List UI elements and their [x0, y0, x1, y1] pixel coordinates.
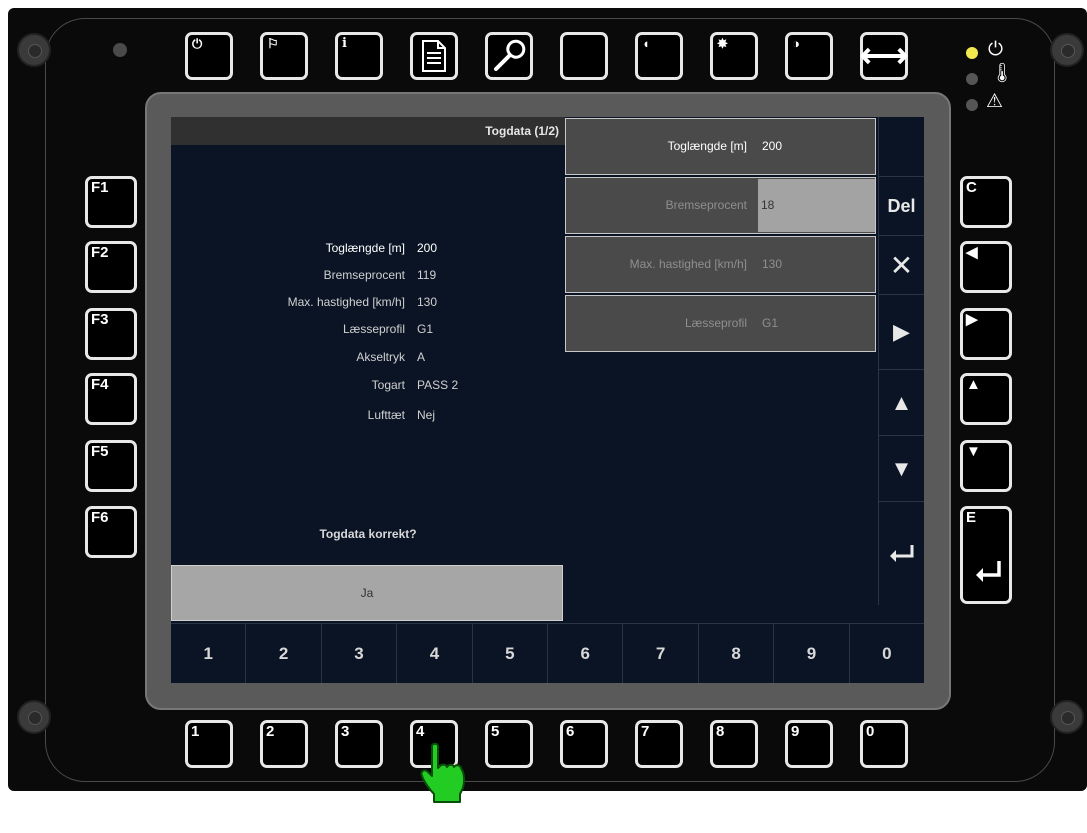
- page-title: Togdata (1/2): [171, 117, 565, 145]
- numeric-keypad: 1 2 3 4 5 6 7 8 9 0: [171, 623, 924, 683]
- next-field-button[interactable]: ▶: [878, 295, 924, 370]
- num-key-9[interactable]: 9: [774, 623, 850, 683]
- bottom-key-1[interactable]: 1: [185, 720, 233, 768]
- power-icon: ⏻: [192, 36, 203, 51]
- enter-button[interactable]: E: [960, 506, 1012, 604]
- f1-button[interactable]: F1: [85, 176, 137, 228]
- document-button[interactable]: [410, 32, 458, 80]
- left-button[interactable]: ◀: [960, 241, 1012, 293]
- screw-top-right: [1050, 33, 1084, 67]
- info-row: Toglængde [m] 200: [325, 241, 438, 255]
- down-arrow-icon: ▼: [966, 443, 981, 460]
- down-arrow-icon: ▼: [890, 455, 913, 481]
- warning-led: [966, 99, 978, 111]
- scroll-up-button[interactable]: ▲: [878, 370, 924, 436]
- bottom-key-6[interactable]: 6: [560, 720, 608, 768]
- flag-icon: ⚐: [267, 36, 279, 51]
- wrench-icon: [494, 39, 526, 71]
- right-arrow-icon: ▶: [966, 311, 978, 328]
- warning-icon: ⚠: [986, 91, 1004, 112]
- bottom-key-0[interactable]: 0: [860, 720, 908, 768]
- num-key-8[interactable]: 8: [698, 623, 775, 683]
- bottom-key-7[interactable]: 7: [635, 720, 683, 768]
- enter-icon: [889, 544, 913, 562]
- clear-icon: C: [966, 179, 977, 196]
- field-max-speed[interactable]: Max. hastighed [km/h] 130: [565, 236, 876, 293]
- flag-button[interactable]: ⚐: [260, 32, 308, 80]
- brightness-button[interactable]: ✸: [710, 32, 758, 80]
- confirm-question: Togdata korrekt?: [319, 527, 417, 541]
- cancel-button[interactable]: ✕: [878, 236, 924, 295]
- contrast-button[interactable]: ◑: [785, 32, 833, 80]
- field-loading-gauge[interactable]: Læsseprofil G1: [565, 295, 876, 352]
- num-key-7[interactable]: 7: [623, 623, 699, 683]
- num-key-5[interactable]: 5: [472, 623, 549, 683]
- info-icon: i: [342, 36, 347, 51]
- hand-pointer-icon: [420, 742, 466, 803]
- field-train-length[interactable]: Toglængde [m] 200: [565, 118, 876, 175]
- up-button[interactable]: ▲: [960, 373, 1012, 425]
- width-button[interactable]: ⟷: [860, 32, 908, 80]
- f3-button[interactable]: F3: [85, 308, 137, 360]
- num-key-1[interactable]: 1: [171, 623, 247, 683]
- up-arrow-icon: ▲: [890, 389, 913, 415]
- info-row: Akseltryk A: [356, 350, 426, 364]
- close-icon: ✕: [889, 249, 914, 281]
- info-row: Læsseprofil G1: [342, 322, 434, 336]
- info-row: Bremseprocent 119: [323, 268, 437, 282]
- power-led: [966, 47, 978, 59]
- screw-top-left: [17, 33, 51, 67]
- confirm-yes-button[interactable]: Ja: [171, 565, 563, 621]
- brightness-icon: ✸: [717, 36, 728, 51]
- width-arrows-icon: ⟷: [859, 37, 909, 75]
- temperature-icon: 🌡: [990, 63, 1015, 84]
- field-brake-percentage[interactable]: Bremseprocent 18: [565, 177, 876, 234]
- scroll-down-button[interactable]: ▼: [878, 436, 924, 502]
- delete-button[interactable]: Del: [878, 177, 924, 236]
- bottom-key-9[interactable]: 9: [785, 720, 833, 768]
- info-button[interactable]: i: [335, 32, 383, 80]
- enter-icon: [976, 561, 1001, 582]
- blank-button[interactable]: [560, 32, 608, 80]
- f5-button[interactable]: F5: [85, 440, 137, 492]
- bottom-key-3[interactable]: 3: [335, 720, 383, 768]
- num-key-3[interactable]: 3: [321, 623, 398, 683]
- dmi-screen: Togdata (1/2) Toglængde [m] 200 Bremsepro…: [171, 117, 924, 683]
- speaker-icon: ◖: [642, 36, 650, 51]
- contrast-icon: ◑: [792, 36, 800, 51]
- clear-button[interactable]: C: [960, 176, 1012, 228]
- bottom-key-2[interactable]: 2: [260, 720, 308, 768]
- num-key-0[interactable]: 0: [849, 623, 924, 683]
- left-arrow-icon: ◀: [966, 244, 978, 261]
- bottom-key-5[interactable]: 5: [485, 720, 533, 768]
- down-button[interactable]: ▼: [960, 440, 1012, 492]
- f2-button[interactable]: F2: [85, 241, 137, 293]
- document-icon: [422, 40, 446, 72]
- volume-button[interactable]: ◖: [635, 32, 683, 80]
- info-row: Max. hastighed [km/h] 130: [287, 295, 438, 309]
- f4-button[interactable]: F4: [85, 373, 137, 425]
- side-key-blank: [878, 117, 924, 177]
- power-button[interactable]: ⏻: [185, 32, 233, 80]
- screen-enter-button[interactable]: [878, 502, 924, 605]
- f6-button[interactable]: F6: [85, 506, 137, 558]
- power-icon: ⏻: [988, 39, 1004, 60]
- info-row: Togart PASS 2: [371, 378, 459, 392]
- screw-bottom-left: [17, 700, 51, 734]
- up-arrow-icon: ▲: [966, 376, 981, 393]
- settings-button[interactable]: [485, 32, 533, 80]
- num-key-6[interactable]: 6: [548, 623, 624, 683]
- right-button[interactable]: ▶: [960, 308, 1012, 360]
- info-row: Lufttæt Nej: [367, 408, 436, 422]
- light-sensor: [113, 43, 127, 57]
- temperature-led: [966, 73, 978, 85]
- num-key-4[interactable]: 4: [397, 623, 473, 683]
- brake-percentage-input[interactable]: 18: [758, 179, 875, 232]
- screw-bottom-right: [1050, 700, 1084, 734]
- bottom-key-8[interactable]: 8: [710, 720, 758, 768]
- num-key-2[interactable]: 2: [246, 623, 322, 683]
- right-arrow-icon: ▶: [893, 319, 910, 344]
